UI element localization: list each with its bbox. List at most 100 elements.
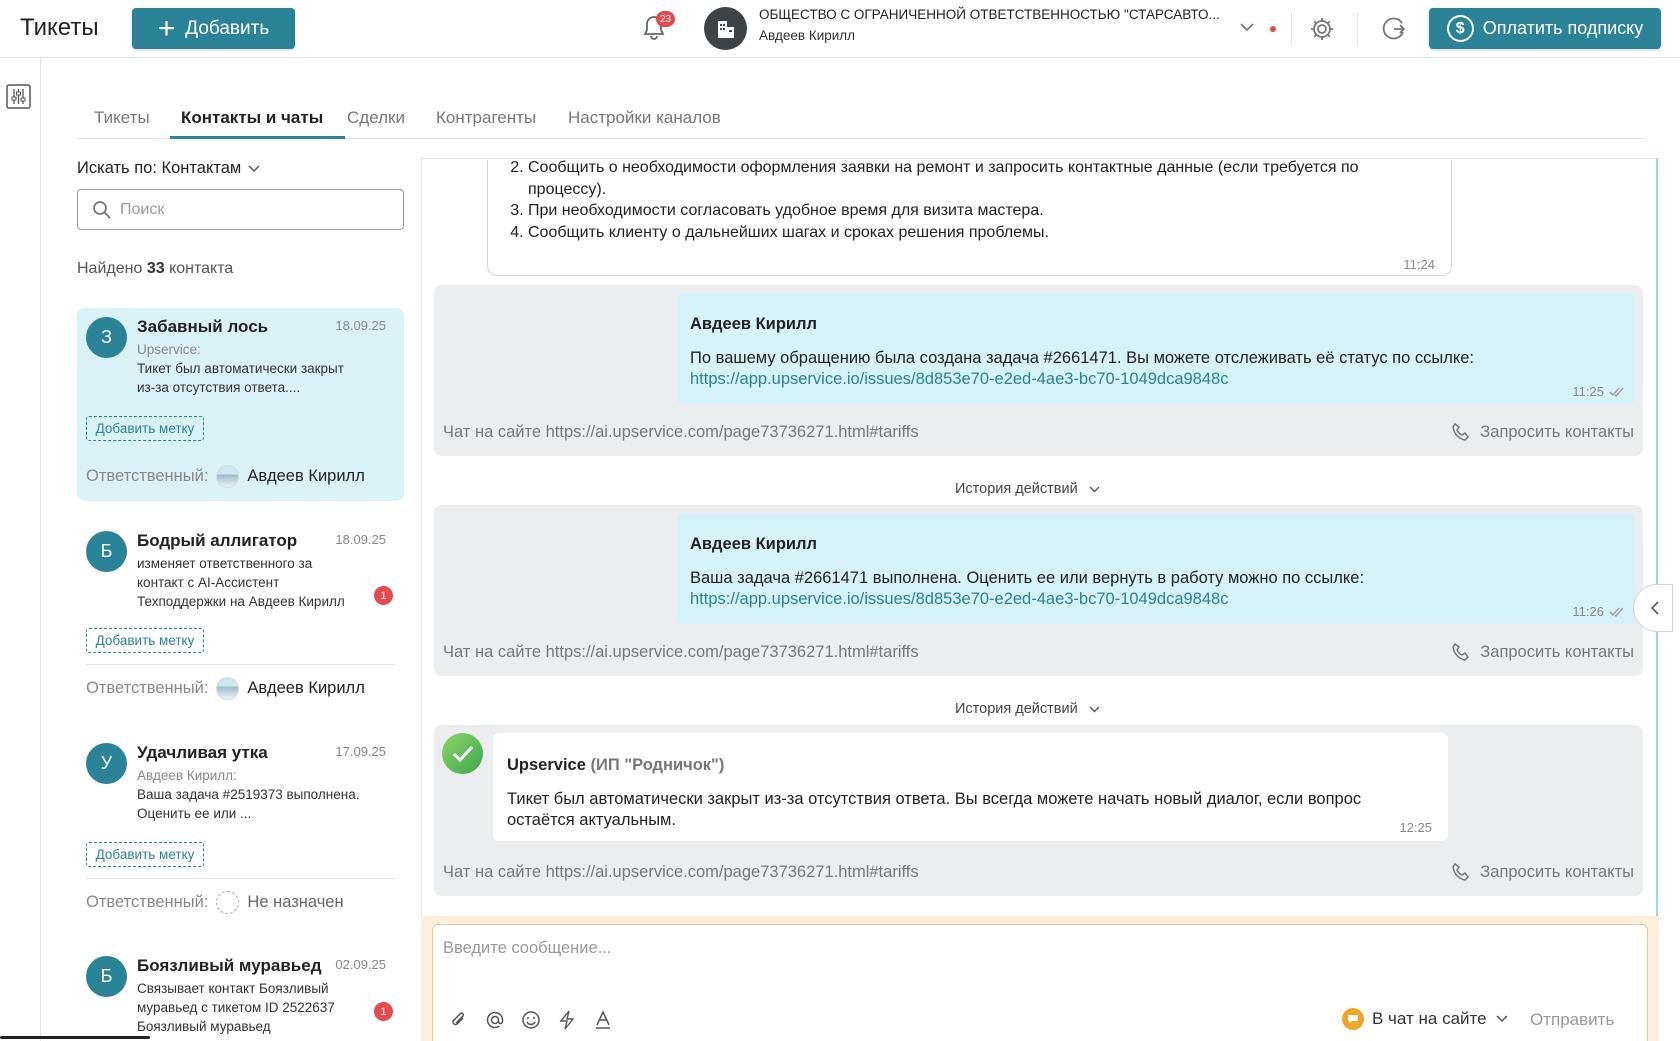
contact-card[interactable]: Б Боязливый муравьед 02.09.25 Связывает …	[77, 947, 404, 1041]
tab-counterparties[interactable]: Контрагенты	[436, 108, 536, 128]
add-tag-button[interactable]: Добавить метку	[86, 628, 204, 653]
contact-name: Бодрый аллигатор	[137, 531, 298, 550]
contact-date: 17.09.25	[335, 744, 386, 759]
double-check-icon	[1609, 387, 1624, 397]
message-body: По вашему обращению была создана задача …	[690, 349, 1474, 367]
divider	[1357, 12, 1358, 46]
unread-badge: 1	[374, 1002, 393, 1021]
message-time: 12:25	[1399, 820, 1432, 835]
message-group: Авдеев Кирилл Ваша задача #2661471 выпол…	[434, 505, 1643, 676]
contact-avatar: Б	[86, 531, 127, 572]
tab-deals[interactable]: Сделки	[347, 108, 405, 128]
tab-tickets[interactable]: Тикеты	[94, 108, 150, 128]
search-input[interactable]	[120, 200, 380, 219]
tab-contacts-chats[interactable]: Контакты и чаты	[181, 108, 323, 128]
request-contacts-button[interactable]: Запросить контакты	[1451, 862, 1634, 882]
contact-card[interactable]: У Удачливая утка 17.09.25 Авдеев Кирилл:…	[77, 734, 404, 927]
message-text: По вашему обращению была создана задача …	[690, 348, 1550, 390]
responsible-name[interactable]: Авдеев Кирилл	[247, 679, 364, 698]
snippet-text: изменяет ответственного за контакт с AI-…	[137, 556, 345, 609]
send-button[interactable]: Отправить	[1530, 1010, 1614, 1030]
snippet-text: Тикет был автоматически закрыт из-за отс…	[137, 361, 344, 395]
message-time: 11:25	[1572, 384, 1604, 399]
message-time: 11:24	[1403, 257, 1435, 272]
message-text: Тикет был автоматически закрыт из-за отс…	[507, 790, 1362, 829]
found-count: Найдено 33 контакта	[77, 260, 233, 278]
contact-name: Забавный лось	[137, 317, 269, 336]
agent-message: Авдеев Кирилл Ваша задача #2661471 выпол…	[677, 513, 1635, 624]
history-toggle[interactable]: История действий	[955, 701, 1101, 717]
issue-link[interactable]: https://app.upservice.io/issues/8d853e70…	[690, 590, 1228, 608]
history-label: История действий	[955, 701, 1078, 717]
request-contacts-button[interactable]: Запросить контакты	[1451, 642, 1634, 662]
issue-link[interactable]: https://app.upservice.io/issues/8d853e70…	[690, 370, 1228, 388]
chevron-left-icon	[1650, 601, 1659, 615]
add-tag-button[interactable]: Добавить метку	[86, 416, 204, 441]
snippet-text: Ваша задача #2519373 выполнена. Оценить …	[137, 787, 360, 821]
request-contacts-label: Запросить контакты	[1480, 642, 1634, 661]
bot-step: Сообщить клиенту о дальнейших шагах и ср…	[528, 222, 1428, 244]
responsible-label: Ответственный:	[86, 893, 209, 911]
responsible: Ответственный: Авдеев Кирилл	[86, 677, 365, 700]
org-user[interactable]: Авдеев Кирилл	[759, 28, 855, 43]
responsible-label: Ответственный:	[86, 679, 209, 697]
emoji-icon[interactable]	[520, 1009, 542, 1031]
filter-settings-icon[interactable]	[6, 84, 31, 109]
contact-card[interactable]: Б Бодрый аллигатор 18.09.25 изменяет отв…	[77, 522, 404, 715]
history-toggle[interactable]: История действий	[955, 481, 1101, 497]
responsible: Ответственный: Не назначен	[86, 891, 344, 914]
text-format-icon[interactable]	[592, 1009, 614, 1031]
message-group: Upservice (ИП "Родничок") Тикет был авто…	[434, 725, 1643, 896]
search-by-dropdown[interactable]: Искать по: Контактам	[77, 159, 261, 178]
message-sender: Авдеев Кирилл	[690, 315, 818, 333]
message-group: Авдеев Кирилл По вашему обращению была с…	[434, 285, 1643, 456]
gear-icon[interactable]	[1309, 16, 1335, 42]
pay-subscription-button[interactable]: $ Оплатить подписку	[1429, 8, 1661, 49]
building-icon	[717, 20, 734, 38]
add-tag-button[interactable]: Добавить метку	[86, 842, 204, 867]
unassigned-avatar	[216, 891, 240, 914]
message-time: 11:26	[1572, 604, 1604, 619]
message-time-row: 11:26	[1572, 604, 1625, 619]
message-input[interactable]	[443, 939, 1633, 989]
chevron-down-icon	[1496, 1015, 1508, 1023]
chevron-down-icon	[248, 164, 260, 172]
chevron-down-icon[interactable]	[1238, 18, 1256, 36]
collapse-panel-button[interactable]	[1633, 584, 1673, 632]
tabs-bar: Тикеты Контакты и чаты Сделки Контрагент…	[77, 98, 1645, 139]
org-avatar[interactable]	[704, 7, 747, 50]
bot-step: Сообщить о необходимости оформления заяв…	[528, 157, 1428, 200]
channel-source: Чат на сайте https://ai.upservice.com/pa…	[443, 863, 919, 881]
snippet-text: Связывает контакт Боязливый муравьед с т…	[137, 981, 335, 1034]
phone-icon	[1452, 422, 1470, 441]
user-avatar	[216, 465, 240, 488]
contact-card[interactable]: З Забавный лось 18.09.25 Upservice: Тике…	[77, 308, 404, 501]
contact-snippet: Upservice: Тикет был автоматически закры…	[137, 340, 362, 397]
attach-icon[interactable]	[448, 1009, 470, 1031]
channel-selector[interactable]: В чат на сайте	[1342, 1008, 1509, 1030]
tab-channel-settings[interactable]: Настройки каналов	[568, 108, 721, 128]
lightning-icon[interactable]	[556, 1009, 578, 1031]
contact-date: 18.09.25	[335, 318, 386, 333]
contact-avatar: Б	[86, 956, 127, 997]
responsible-name[interactable]: Не назначен	[247, 893, 343, 912]
contact-snippet: Связывает контакт Боязливый муравьед с т…	[137, 979, 362, 1036]
request-contacts-button[interactable]: Запросить контакты	[1451, 422, 1634, 442]
system-name: Upservice	[507, 756, 586, 774]
org-name[interactable]: ОБЩЕСТВО С ОГРАНИЧЕННОЙ ОТВЕТСТВЕННОСТЬЮ…	[759, 7, 1220, 22]
request-contacts-label: Запросить контакты	[1480, 422, 1634, 441]
status-dot	[1270, 26, 1276, 32]
refresh-icon[interactable]	[1380, 15, 1407, 42]
bot-message-continued: Сообщить о необходимости оформления заяв…	[487, 157, 1452, 276]
add-button[interactable]: + Добавить	[132, 8, 295, 49]
scrollbar[interactable]	[0, 1036, 150, 1039]
found-number: 33	[146, 260, 165, 277]
search-field[interactable]	[77, 189, 404, 230]
bot-step: При необходимости согласовать удобное вр…	[528, 200, 1428, 222]
snippet-author: Upservice:	[137, 342, 201, 357]
contact-date: 18.09.25	[335, 532, 386, 547]
contact-name: Удачливая утка	[137, 743, 268, 762]
mention-icon[interactable]	[484, 1009, 506, 1031]
chat-edge	[1656, 158, 1658, 918]
responsible-name[interactable]: Авдеев Кирилл	[247, 467, 364, 486]
